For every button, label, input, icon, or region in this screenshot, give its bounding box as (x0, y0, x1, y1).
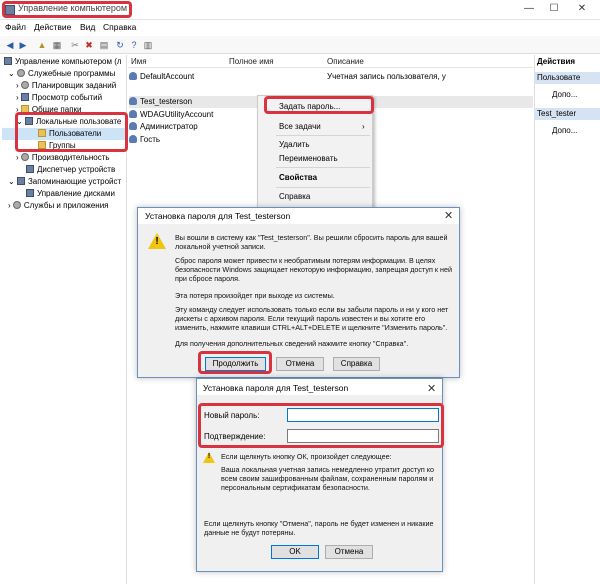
tree-root[interactable]: Управление компьютером (л (2, 56, 127, 68)
ctx-properties[interactable]: Свойства (279, 173, 317, 182)
minimize-button[interactable]: — (521, 2, 537, 16)
ctx-separator (276, 167, 370, 168)
submenu-arrow-icon: › (362, 122, 365, 131)
actions-section-users[interactable]: Пользовате (534, 72, 600, 84)
column-name[interactable]: Имя (131, 57, 147, 66)
dialog1-close-icon[interactable]: ✕ (444, 209, 453, 222)
ok-button[interactable]: OK (271, 545, 319, 559)
tree-event-viewer[interactable]: › Просмотр событий (2, 92, 127, 104)
user-icon (129, 97, 137, 105)
tree-disk-management[interactable]: Управление дисками (2, 188, 127, 200)
close-button[interactable]: ✕ (574, 2, 590, 16)
dialog1-text-3: Эта потеря произойдет при выходе из сист… (175, 291, 335, 300)
dialog2-cancel-button[interactable]: Отмена (325, 545, 373, 559)
properties-icon[interactable]: ▤ (98, 39, 110, 51)
help-icon[interactable]: ? (128, 39, 140, 51)
column-fullname[interactable]: Полное имя (229, 57, 274, 66)
forward-icon[interactable]: ▶ (17, 39, 29, 51)
tree-storage[interactable]: ⌄ Запоминающие устройст (2, 176, 127, 188)
ctx-highlight (264, 96, 374, 114)
dialog2-title: Установка пароля для Test_testerson (203, 383, 349, 393)
user-icon (129, 72, 137, 80)
user-icon (129, 122, 137, 130)
ctx-delete[interactable]: Удалить (279, 140, 310, 149)
menu-action[interactable]: Действие (34, 22, 71, 32)
list-item[interactable]: DefaultAccount Учетная запись пользовател… (129, 71, 533, 83)
continue-highlight (198, 351, 272, 374)
dialog1-text-2: Сброс пароля может привести к необратимы… (175, 256, 452, 283)
dialog1-help-button[interactable]: Справка (333, 357, 380, 371)
ctx-all-tasks[interactable]: Все задачи (279, 122, 321, 131)
refresh-icon[interactable]: ↻ (114, 39, 126, 51)
cancel-note-text: Если щелкнуть кнопку "Отмена", пароль не… (204, 519, 434, 537)
dialog1-cancel-button[interactable]: Отмена (276, 357, 324, 371)
tree-device-manager[interactable]: Диспетчер устройств (2, 164, 127, 176)
dialog2-close-icon[interactable]: ✕ (427, 382, 436, 395)
disk-icon (26, 189, 34, 197)
delete-icon[interactable]: ✖ (83, 39, 95, 51)
dialog1-text-4: Эту команду следует использовать только … (175, 305, 449, 332)
menu-view[interactable]: Вид (80, 22, 95, 32)
up-folder-icon[interactable]: ▲ (36, 39, 48, 51)
tree-services-apps[interactable]: › Службы и приложения (2, 200, 127, 212)
tree-highlight (15, 112, 128, 152)
device-manager-icon (26, 165, 34, 173)
menu-file[interactable]: Файл (5, 22, 26, 32)
maximize-button[interactable]: ☐ (546, 2, 562, 16)
ctx-rename[interactable]: Переименовать (279, 154, 338, 163)
ctx-separator (276, 187, 370, 188)
user-icon (129, 135, 137, 143)
services-icon (12, 201, 21, 209)
tools-icon (16, 69, 25, 77)
ctx-separator (276, 135, 370, 136)
actions-section-user[interactable]: Test_tester (534, 108, 600, 120)
tree-system-tools[interactable]: ⌄ Служебные программы (2, 68, 127, 80)
actions-more-users[interactable]: Допо... (534, 89, 600, 101)
list-view-icon[interactable]: ▥ (142, 39, 154, 51)
actions-header: Действия (537, 57, 576, 66)
ok-consequence-heading: Если щелкнуть кнопку ОК, произойдет след… (221, 452, 392, 461)
storage-icon (16, 177, 25, 185)
actions-more-user[interactable]: Допо... (534, 125, 600, 137)
tree-task-scheduler[interactable]: › Планировщик заданий (2, 80, 127, 92)
event-viewer-icon (20, 93, 29, 101)
tree-performance[interactable]: › Производительность (2, 152, 127, 164)
scheduler-icon (20, 81, 29, 89)
warning-exclamation-icon: ! (155, 236, 159, 247)
user-icon (129, 110, 137, 118)
dialog1-text-5: Для получения дополнительных сведений на… (175, 339, 409, 348)
cut-icon[interactable]: ✂ (69, 39, 81, 51)
computer-icon (4, 57, 12, 65)
ctx-help[interactable]: Справка (279, 192, 310, 201)
back-icon[interactable]: ◀ (4, 39, 16, 51)
show-tree-icon[interactable]: ▦ (51, 39, 63, 51)
warning-small-exclamation-icon: ! (207, 453, 211, 460)
menu-help[interactable]: Справка (103, 22, 136, 32)
password-fields-highlight (198, 403, 444, 448)
dialog1-title: Установка пароля для Test_testerson (145, 211, 291, 221)
dialog1-text-1: Вы вошли в систему как "Test_testerson".… (175, 233, 448, 251)
performance-icon (20, 153, 29, 161)
title-highlight (2, 1, 132, 18)
column-description[interactable]: Описание (327, 57, 364, 66)
ok-consequence-text: Ваша локальная учетная запись немедленно… (221, 465, 434, 492)
